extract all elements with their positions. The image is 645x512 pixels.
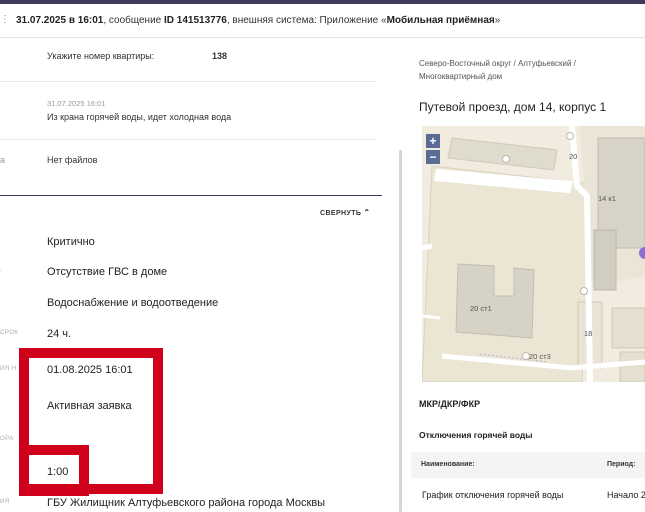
header-system-name: Мобильная приёмная <box>386 15 495 26</box>
map-label: 20 <box>569 152 578 161</box>
address-title: Путевой проезд, дом 14, корпус 1 <box>419 100 607 114</box>
map-label: 20 ст3 <box>529 352 551 361</box>
executor-side-label: ОРА <box>0 436 14 442</box>
mkr-section-title: МКР/ДКР/ФКР <box>419 399 481 409</box>
divider <box>0 139 376 140</box>
organization-value: ГБУ Жилищник Алтуфьевского района города… <box>47 497 326 509</box>
highlight-box-small <box>19 445 89 496</box>
location-panel: Северо-Восточный округ / Алтуфьевский / … <box>404 38 645 512</box>
table-header: Наименование: Период: <box>411 452 645 478</box>
term-value: 24 ч. <box>47 328 72 340</box>
zoom-out-button[interactable]: − <box>426 150 440 164</box>
map[interactable]: + − 20 14 к1 20 ст1 20 ст3 18 <box>422 126 645 382</box>
header-system-prefix: , внешняя система: Приложение « <box>226 15 387 26</box>
map-canvas <box>422 126 645 382</box>
comment-text: Из крана горячей воды, идет холодная вод… <box>47 112 232 122</box>
apartment-value: 138 <box>212 51 228 61</box>
header-message-prefix: , сообщение <box>103 15 164 26</box>
files-side-label: а <box>0 155 6 165</box>
scrollbar[interactable] <box>399 150 402 512</box>
chevron-up-icon: ⌃ <box>363 208 371 217</box>
header-message-id: ID 141513776 <box>164 15 227 26</box>
priority-value: Критично <box>47 236 95 248</box>
table-cell-name[interactable]: График отключения горячей воды <box>422 490 563 500</box>
header-separator: ⋮ <box>0 14 10 25</box>
column-header-period: Период: <box>607 461 636 468</box>
map-label: 18 <box>584 329 593 338</box>
hot-water-section-title: Отключения горячей воды <box>419 430 533 440</box>
header-text: 31.07.2025 в 16:01, сообщение ID 1415137… <box>16 4 500 37</box>
header-datetime: 31.07.2025 в 16:01 <box>16 15 104 26</box>
org-side-label: ИЯ <box>0 499 10 505</box>
category-value: Водоснабжение и водоотведение <box>47 297 219 309</box>
divider <box>0 81 376 82</box>
request-header: ⋮ 31.07.2025 в 16:01, сообщение ID 14151… <box>0 4 645 38</box>
breadcrumb: Северо-Восточный округ / Алтуфьевский / … <box>419 59 576 81</box>
problem-side-label: : <box>0 268 3 274</box>
collapse-label: СВЕРНУТЬ <box>320 210 362 217</box>
zoom-in-button[interactable]: + <box>426 134 440 148</box>
header-system-suffix: » <box>494 15 501 26</box>
column-header-name: Наименование: <box>421 461 475 468</box>
deadline-side-label: ИЯ Н <box>0 366 17 372</box>
comment-date: 31.07.2025 16:01 <box>47 99 106 108</box>
collapse-button[interactable]: СВЕРНУТЬ ⌃ <box>320 208 370 217</box>
map-label: 20 ст1 <box>470 304 492 313</box>
apartment-label: Укажите номер квартиры: <box>47 51 155 61</box>
section-divider <box>0 195 382 196</box>
table-cell-period: Начало 2 <box>607 490 645 500</box>
files-text: Нет файлов <box>47 155 98 165</box>
term-side-label: СРОК <box>0 330 19 336</box>
map-label: 14 к1 <box>598 194 616 203</box>
problem-value: Отсутствие ГВС в доме <box>47 266 168 278</box>
